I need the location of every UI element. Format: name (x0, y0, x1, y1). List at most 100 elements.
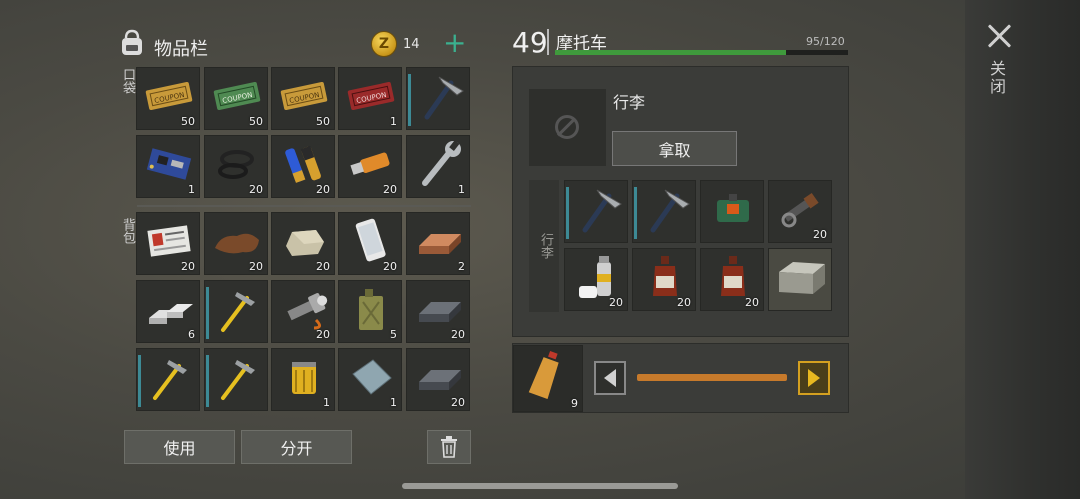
item-count: 20 (677, 296, 691, 309)
take-button[interactable]: 拿取 (612, 131, 737, 166)
item-count: 9 (571, 397, 578, 410)
section-divider (137, 205, 471, 207)
item-count: 20 (609, 296, 623, 309)
use-button[interactable]: 使用 (124, 430, 235, 464)
slot-luggage-metal-crate[interactable] (768, 248, 832, 311)
coupon-icon: COUPON (145, 82, 193, 110)
slot-flashlight[interactable]: 20 (271, 280, 335, 343)
slot-luggage-pickaxe-2[interactable] (632, 180, 696, 243)
increase-arrow-icon[interactable] (798, 361, 830, 395)
inventory-title: 物品栏 (154, 39, 208, 60)
decrease-arrow-icon[interactable] (594, 361, 626, 395)
slot-luggage-spray-can[interactable]: 20 (564, 248, 628, 311)
slot-iron-ingot[interactable]: 20 (406, 280, 470, 343)
leather-icon (215, 233, 259, 254)
usb-drive-icon (350, 152, 390, 175)
close-label[interactable]: 关闭 (987, 60, 1008, 96)
slot-silver-bars[interactable]: 6 (136, 280, 200, 343)
flashlight-icon (287, 293, 328, 330)
iron-ingot-icon (419, 302, 461, 322)
slot-combat-coupon[interactable]: COUPON 1 (338, 67, 402, 130)
add-coins-button[interactable]: + (443, 28, 466, 58)
slot-wrench[interactable]: 1 (406, 135, 470, 198)
luggage-title: 行李 (613, 93, 646, 112)
slot-smartphone[interactable]: 20 (338, 212, 402, 275)
slot-pickaxe[interactable] (406, 67, 470, 130)
item-count: 2 (458, 260, 465, 273)
slot-hammer-3[interactable] (204, 348, 268, 411)
item-count: 50 (249, 115, 263, 128)
item-count: 1 (458, 183, 465, 196)
wrench-icon (422, 140, 461, 186)
hammer-icon (221, 360, 255, 400)
slot-usb-drive[interactable]: 20 (338, 135, 402, 198)
oil-filter-icon (292, 362, 316, 394)
slot-leather[interactable]: 20 (204, 212, 268, 275)
slot-rubber-rings[interactable]: 20 (204, 135, 268, 198)
item-count: 20 (383, 260, 397, 273)
item-count: 50 (316, 115, 330, 128)
item-count: 20 (316, 183, 330, 196)
slot-coupon-gold-2[interactable]: COUPON 50 (271, 67, 335, 130)
spray-can-icon (579, 256, 611, 298)
capacity-bar (555, 50, 848, 55)
iron-ingot-icon (419, 370, 461, 390)
coupon-icon: COUPON (213, 82, 261, 110)
jerry-can-icon (359, 289, 383, 330)
item-count: 20 (813, 228, 827, 241)
fuel-slot[interactable]: 9 (513, 345, 583, 412)
stone-icon (286, 230, 324, 256)
slot-metal-plate[interactable]: 1 (338, 348, 402, 411)
slot-jerry-can[interactable]: 5 (338, 280, 402, 343)
coin-count: 14 (403, 37, 420, 52)
item-count: 20 (249, 260, 263, 273)
slot-luggage-explosive[interactable] (700, 180, 764, 243)
item-count: 20 (383, 183, 397, 196)
slot-luggage-weapon-parts[interactable]: 20 (768, 180, 832, 243)
trash-button[interactable] (427, 430, 471, 464)
item-count: 1 (390, 115, 397, 128)
item-count: 5 (390, 328, 397, 341)
no-entry-icon (555, 115, 579, 139)
pickaxe-icon (582, 189, 622, 233)
slot-coupon-gold[interactable]: COUPON 50 (136, 67, 200, 130)
slot-copper-ingot[interactable]: 2 (406, 212, 470, 275)
slot-stone[interactable]: 20 (271, 212, 335, 275)
silver-bars-icon (149, 304, 193, 324)
pocket-label: 口袋 (120, 68, 135, 94)
empty-item-slot (529, 89, 606, 166)
close-icon[interactable] (985, 22, 1013, 50)
slot-oil-filter[interactable]: 1 (271, 348, 335, 411)
slot-circuit-board[interactable]: 1 (136, 135, 200, 198)
explosive-charge-icon (717, 194, 749, 222)
coin-icon: Z (371, 31, 397, 57)
slot-luggage-medicine-2[interactable]: 20 (700, 248, 764, 311)
slot-batteries[interactable]: 20 (271, 135, 335, 198)
item-count: 20 (451, 396, 465, 409)
backpack-label: 背包 (120, 218, 135, 244)
pickaxe-icon (650, 189, 690, 233)
slot-hammer[interactable] (204, 280, 268, 343)
split-button[interactable]: 分开 (241, 430, 352, 464)
item-count: 1 (188, 183, 195, 196)
id-card-icon (147, 225, 191, 257)
side-bar (965, 0, 1080, 499)
battery-icon (285, 145, 321, 183)
rubber-rings-icon (218, 150, 254, 179)
slot-ration-coupon[interactable]: COUPON 50 (204, 67, 268, 130)
slot-iron-ingot-2[interactable]: 20 (406, 348, 470, 411)
hammer-icon (153, 360, 187, 400)
slot-luggage-medicine[interactable]: 20 (632, 248, 696, 311)
backpack-icon (122, 29, 142, 55)
quantity-slider[interactable] (637, 374, 787, 381)
item-count: 20 (745, 296, 759, 309)
item-count: 50 (181, 115, 195, 128)
slot-luggage-pickaxe[interactable] (564, 180, 628, 243)
vehicle-level: 49 (512, 26, 548, 59)
home-indicator (402, 483, 678, 489)
circuit-board-icon (146, 148, 192, 180)
item-count: 6 (188, 328, 195, 341)
item-count: 20 (181, 260, 195, 273)
slot-hammer-2[interactable] (136, 348, 200, 411)
slot-id-card[interactable]: 20 (136, 212, 200, 275)
